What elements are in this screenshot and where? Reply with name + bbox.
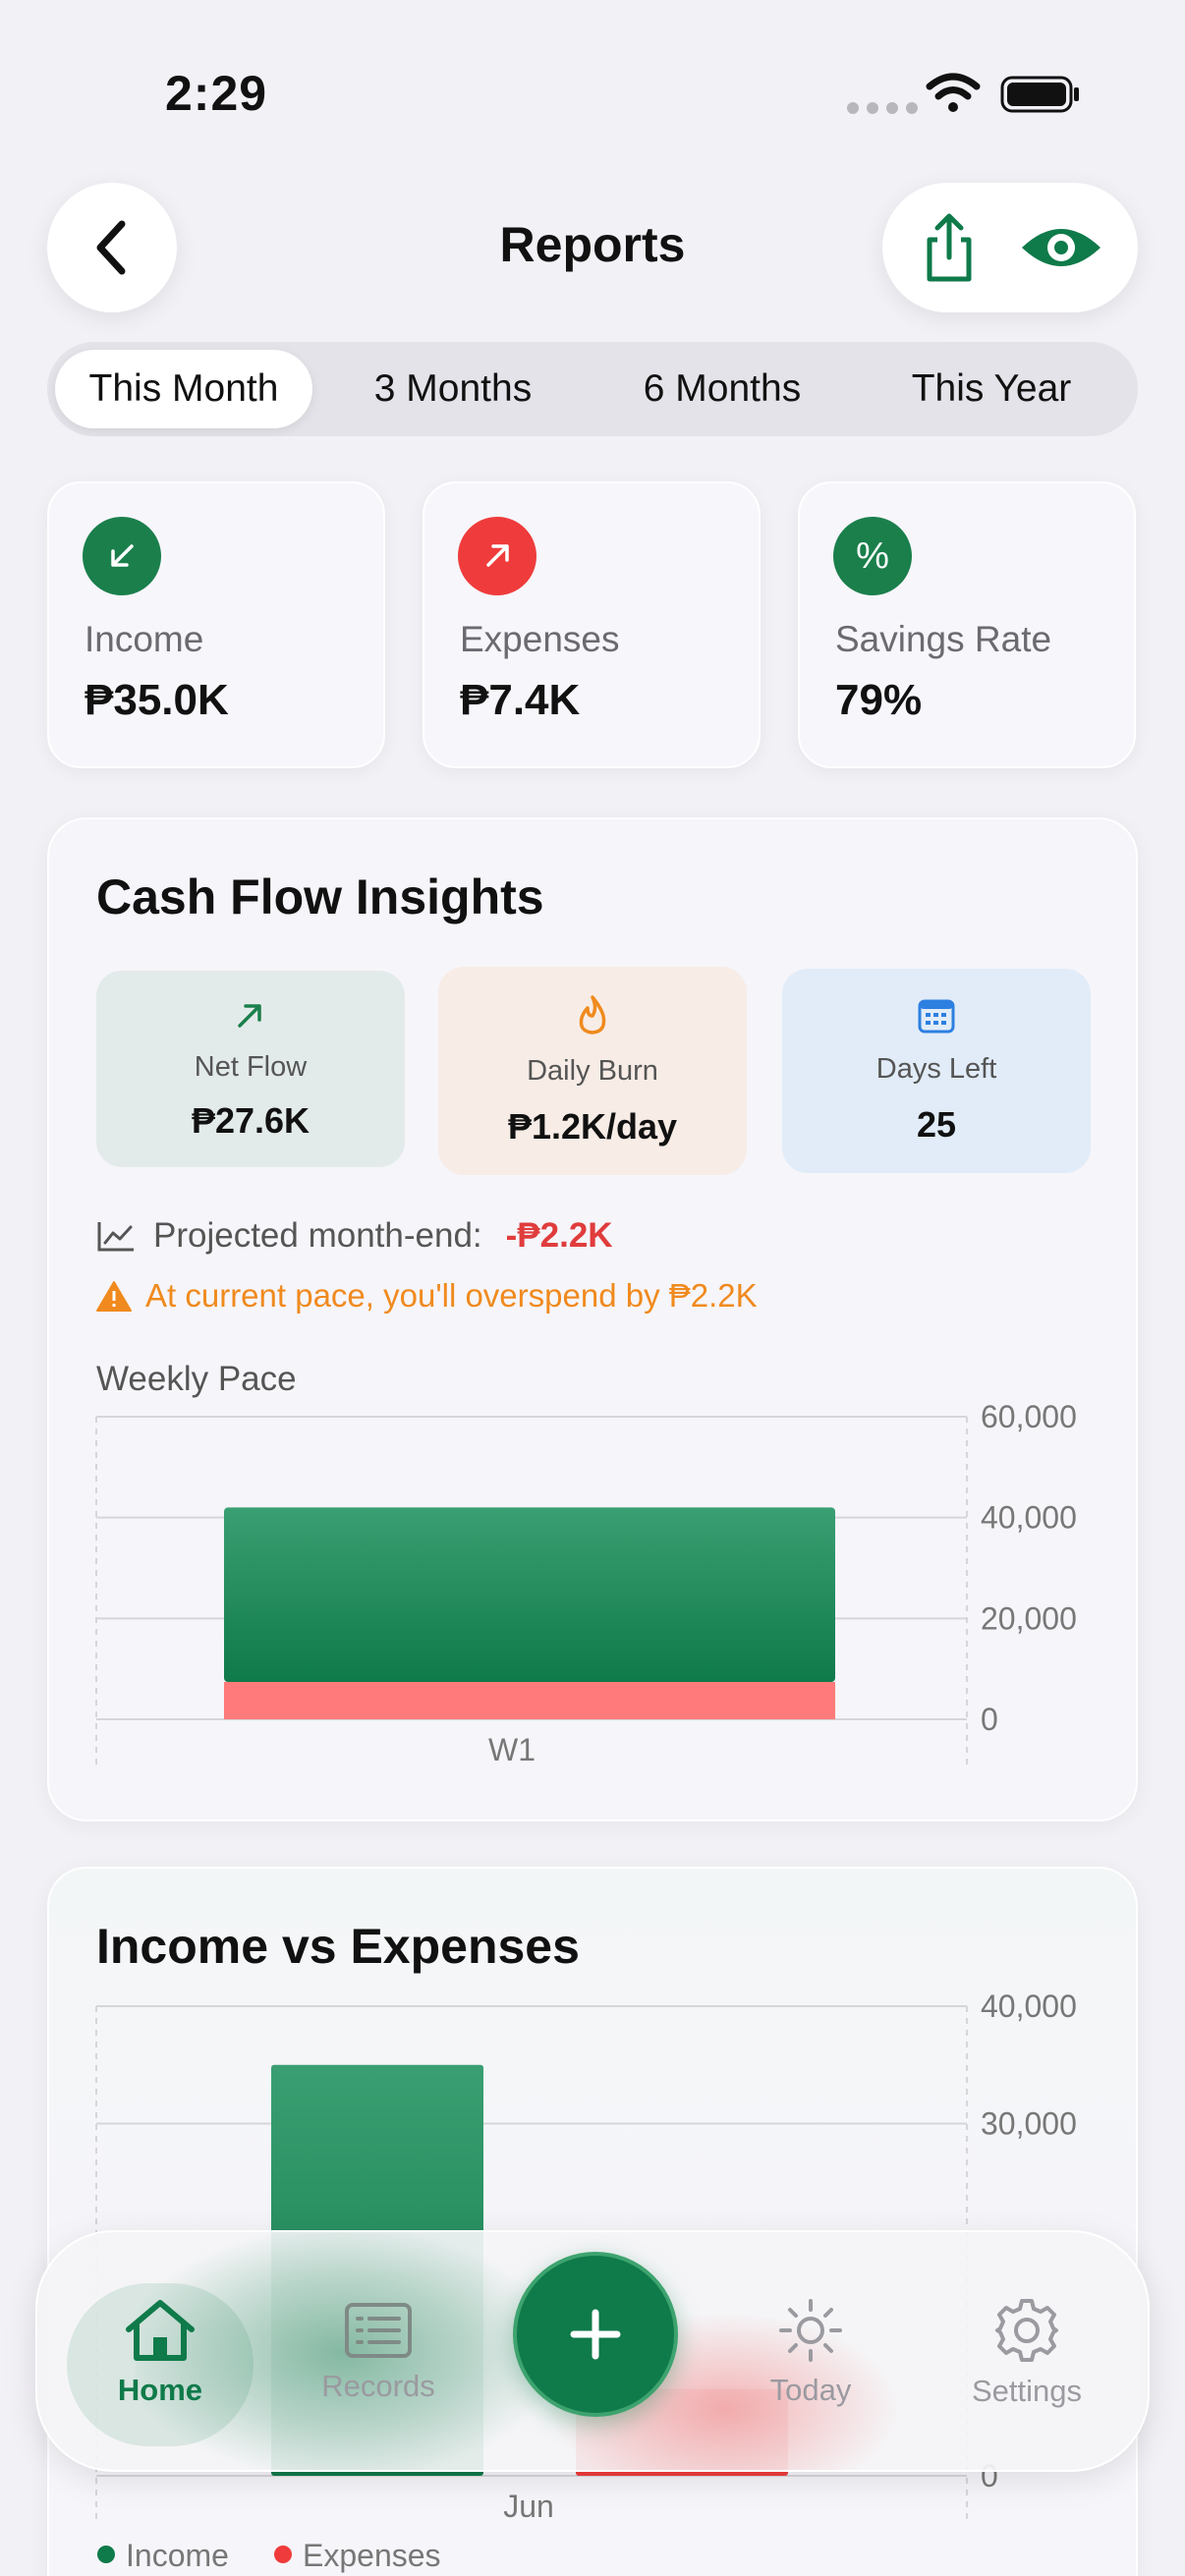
tab-this-year[interactable]: This Year — [863, 350, 1120, 428]
nav-settings[interactable]: Settings — [933, 2232, 1120, 2470]
legend-income-label: Income — [126, 2538, 229, 2573]
bottom-navigation: Home Records Today Settings — [35, 2230, 1150, 2472]
y-tick-label: 60,000 — [981, 1399, 1077, 1434]
savings-rate-label: Savings Rate — [835, 619, 1052, 659]
y-tick-label: 20,000 — [981, 1600, 1077, 1636]
y-tick-label: 0 — [981, 1702, 998, 1737]
cash-flow-title: Cash Flow Insights — [96, 869, 544, 924]
income-card[interactable]: Income ₱35.0K — [47, 481, 385, 768]
calendar-icon — [918, 999, 955, 1034]
period-segmented-control: This Month 3 Months 6 Months This Year — [47, 342, 1138, 436]
x-tick-label: W1 — [488, 1732, 536, 1767]
weekly-pace-chart: 60,000 40,000 20,000 0 W1 — [95, 1399, 1077, 1768]
income-label: Income — [85, 619, 204, 659]
nav-home-label: Home — [117, 2373, 203, 2407]
header-actions — [882, 183, 1138, 312]
nav-home[interactable]: Home — [67, 2232, 254, 2470]
expenses-card[interactable]: Expenses ₱7.4K — [423, 481, 761, 768]
trend-arrow-icon — [238, 1004, 261, 1028]
add-button[interactable] — [513, 2252, 678, 2417]
net-flow-tile: Net Flow ₱27.6K — [96, 971, 405, 1167]
status-time: 2:29 — [165, 66, 268, 121]
eye-icon[interactable] — [1019, 220, 1103, 275]
daily-burn-tile: Daily Burn ₱1.2K/day — [438, 967, 747, 1175]
tab-this-month[interactable]: This Month — [55, 350, 312, 428]
days-left-value: 25 — [916, 1104, 957, 1145]
status-dots — [847, 102, 918, 114]
days-left-tile: Days Left 25 — [782, 969, 1091, 1173]
legend-income-swatch — [97, 2546, 115, 2563]
y-tick-label: 40,000 — [981, 1988, 1077, 2024]
income-value: ₱35.0K — [85, 676, 229, 724]
tab-6-months[interactable]: 6 Months — [593, 350, 851, 428]
share-icon[interactable] — [918, 210, 981, 285]
nav-today-label: Today — [769, 2373, 852, 2407]
nav-records[interactable]: Records — [285, 2232, 472, 2470]
warning-icon — [96, 1281, 132, 1312]
projected-value: -₱2.2K — [505, 1216, 613, 1255]
arrow-down-left-icon — [83, 517, 161, 595]
house-icon — [126, 2300, 195, 2361]
nav-records-label: Records — [321, 2369, 435, 2403]
y-tick-label: 40,000 — [981, 1500, 1077, 1536]
legend-expenses-label: Expenses — [303, 2538, 441, 2573]
warning-text: At current pace, you'll overspend by ₱2.… — [145, 1277, 758, 1314]
expenses-value: ₱7.4K — [460, 676, 581, 724]
income-vs-expenses-title: Income vs Expenses — [96, 1919, 580, 1974]
sun-icon — [779, 2299, 842, 2362]
bar-income-w1 — [224, 1507, 835, 1683]
arrow-up-right-icon — [458, 517, 536, 595]
y-tick-label: 30,000 — [981, 2106, 1077, 2142]
x-tick-label: Jun — [503, 2489, 554, 2524]
nav-today[interactable]: Today — [717, 2232, 904, 2470]
days-left-label: Days Left — [875, 1053, 997, 1085]
nav-settings-label: Settings — [971, 2374, 1082, 2408]
net-flow-label: Net Flow — [194, 1051, 308, 1083]
weekly-pace-label: Weekly Pace — [96, 1360, 297, 1398]
projected-label: Projected month-end: — [153, 1216, 482, 1255]
plus-icon — [570, 2309, 621, 2360]
net-flow-value: ₱27.6K — [191, 1100, 310, 1141]
flame-icon — [579, 995, 606, 1035]
chart-line-icon — [97, 1222, 134, 1252]
gear-icon — [995, 2299, 1058, 2362]
battery-icon — [1000, 76, 1079, 113]
tab-3-months[interactable]: 3 Months — [324, 350, 582, 428]
wifi-icon — [926, 73, 981, 112]
projected-row: Projected month-end: -₱2.2K — [96, 1216, 613, 1256]
overspend-warning: At current pace, you'll overspend by ₱2.… — [96, 1277, 758, 1315]
bar-expenses-w1 — [224, 1682, 835, 1719]
expenses-label: Expenses — [460, 619, 620, 659]
list-icon — [345, 2303, 412, 2358]
percent-icon: % — [833, 517, 912, 595]
daily-burn-label: Daily Burn — [527, 1055, 658, 1087]
legend-expenses-swatch — [274, 2546, 292, 2563]
savings-rate-value: 79% — [835, 676, 923, 724]
daily-burn-value: ₱1.2K/day — [507, 1106, 678, 1147]
savings-rate-card[interactable]: % Savings Rate 79% — [798, 481, 1136, 768]
